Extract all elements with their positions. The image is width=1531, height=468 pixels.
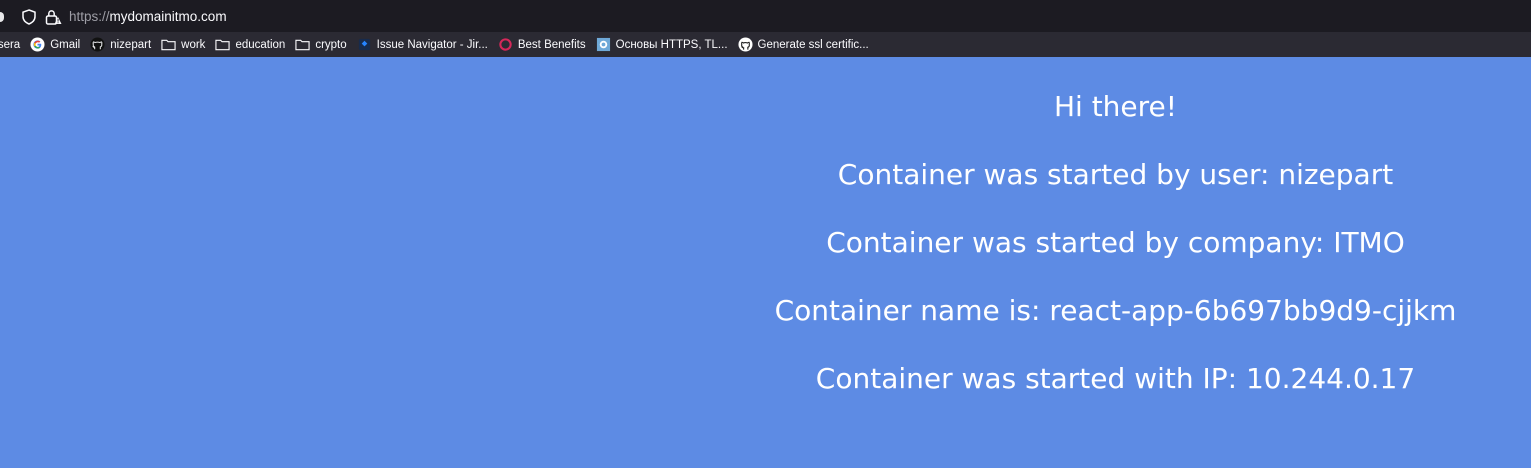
- container-name-text: Container name is: react-app-6b697bb9d9-…: [774, 294, 1457, 327]
- user-text: Container was started by user: nizepart: [837, 158, 1394, 191]
- bookmark-label: education: [235, 38, 286, 51]
- github-icon: [90, 37, 105, 52]
- site-icon: [596, 37, 611, 52]
- url-field[interactable]: https://mydomainitmo.com: [14, 3, 1531, 30]
- folder-icon: [215, 37, 231, 52]
- folder-icon: [161, 37, 176, 52]
- bookmark-folder-work[interactable]: work: [156, 32, 210, 57]
- bookmark-coursera[interactable]: rsera: [0, 32, 25, 57]
- bookmark-folder-education[interactable]: education: [210, 32, 290, 57]
- bookmark-label: Основы HTTPS, TL...: [615, 38, 728, 51]
- bookmark-label: work: [181, 38, 206, 51]
- greeting-text: Hi there!: [1053, 90, 1178, 123]
- bookmark-label: Generate ssl certific...: [757, 38, 869, 51]
- bookmark-https-basics[interactable]: Основы HTTPS, TL...: [591, 32, 733, 57]
- bookmark-label: Best Benefits: [517, 38, 586, 51]
- sidebar-toggle-icon[interactable]: [0, 12, 4, 22]
- bookmark-nizepart[interactable]: nizepart: [85, 32, 156, 57]
- bookmark-label: Issue Navigator - Jir...: [376, 38, 488, 51]
- github-icon: [738, 37, 753, 52]
- bookmark-issue-navigator[interactable]: Issue Navigator - Jir...: [352, 32, 493, 57]
- benefits-icon: [498, 37, 513, 52]
- bookmark-label: crypto: [315, 38, 347, 51]
- google-icon: [30, 37, 45, 52]
- page-content: Hi there! Container was started by user:…: [0, 57, 1531, 468]
- company-text: Container was started by company: ITMO: [826, 226, 1405, 259]
- url-text: https://mydomainitmo.com: [69, 9, 227, 24]
- bookmark-label: rsera: [0, 38, 21, 51]
- bookmark-label: Gmail: [50, 38, 81, 51]
- lock-icon[interactable]: [44, 8, 62, 26]
- bookmarks-toolbar: rsera Gmail nizepart work education cryp…: [0, 32, 1531, 57]
- bookmark-folder-crypto[interactable]: crypto: [290, 32, 351, 57]
- bookmark-label: nizepart: [110, 38, 152, 51]
- bookmark-generate-ssl[interactable]: Generate ssl certific...: [733, 32, 874, 57]
- url-scheme: https://: [69, 9, 110, 24]
- url-host: mydomainitmo.com: [109, 9, 227, 24]
- shield-icon[interactable]: [20, 8, 38, 26]
- address-bar: https://mydomainitmo.com: [0, 0, 1531, 32]
- bookmark-best-benefits[interactable]: Best Benefits: [493, 32, 591, 57]
- folder-icon: [295, 37, 310, 52]
- bookmark-gmail[interactable]: Gmail: [25, 32, 85, 57]
- jira-icon: [357, 37, 372, 52]
- ip-text: Container was started with IP: 10.244.0.…: [815, 362, 1416, 395]
